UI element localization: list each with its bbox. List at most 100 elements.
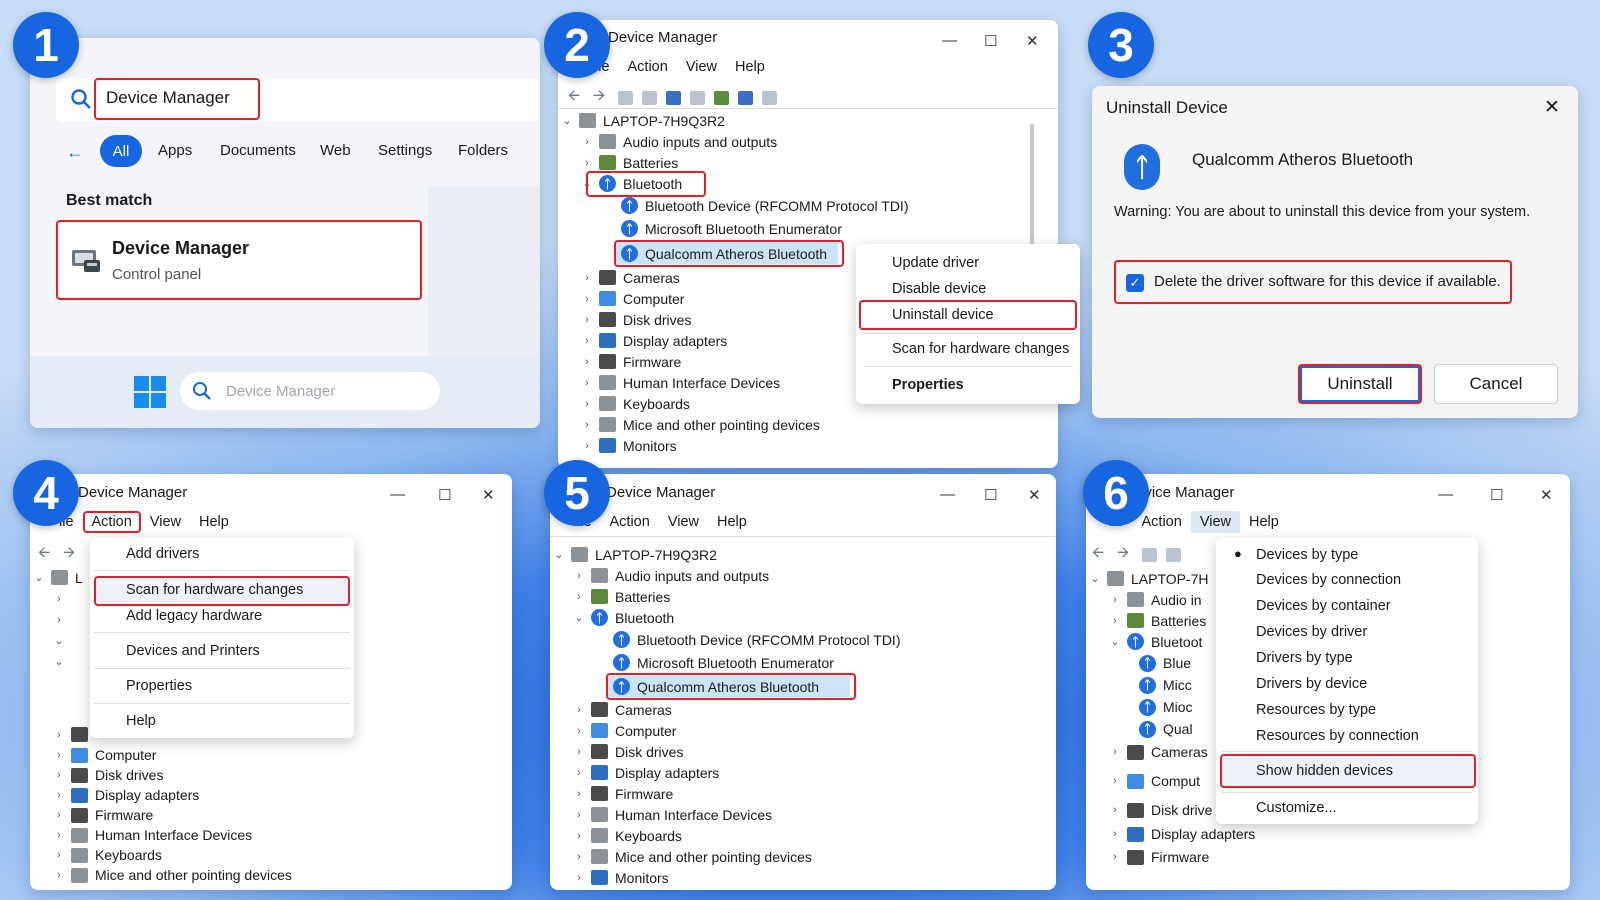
menu-view[interactable]: View (141, 511, 190, 533)
tree-expanded[interactable]: ⌄ (30, 630, 83, 651)
help-icon[interactable] (666, 90, 681, 105)
tree-disk[interactable]: › Disk drives (550, 741, 900, 762)
menu-action[interactable]: Action (82, 511, 141, 533)
menu-help[interactable]: Help (90, 713, 354, 729)
tree-batteries[interactable]: › Batteries (558, 152, 908, 173)
tree-batteries[interactable]: › Batteries (550, 586, 900, 607)
menu-properties[interactable]: Properties (90, 678, 354, 694)
menu-drivers-by-type[interactable]: Drivers by type (1216, 650, 1478, 666)
menu-help[interactable]: Help (190, 511, 238, 533)
properties-icon[interactable] (618, 90, 633, 105)
tree-computer[interactable]: › Computer (550, 720, 900, 741)
best-match-result[interactable]: Device Manager Control panel (56, 220, 422, 300)
menu-action[interactable]: Action (1133, 511, 1191, 533)
tree-collapsed[interactable]: › (30, 609, 83, 630)
tree-bt-device[interactable]: ᛏ Bluetooth Device (RFCOMM Protocol TDI) (550, 628, 900, 651)
tree-audio[interactable]: › Audio inputs and outputs (558, 131, 908, 152)
tree-bluetooth[interactable]: ⌄ ᛏ Bluetooth (558, 171, 908, 197)
scrollbar[interactable] (1030, 124, 1034, 254)
filter-all[interactable]: All (100, 135, 142, 167)
menu-add-legacy[interactable]: Add legacy hardware (90, 608, 354, 624)
menu-show-hidden-devices[interactable]: Show hidden devices (1216, 763, 1478, 779)
back-icon[interactable]: 🡨 (568, 85, 584, 110)
scan-icon[interactable] (714, 90, 729, 105)
menu-devices-by-container[interactable]: Devices by container (1216, 598, 1478, 614)
delete-driver-checkbox[interactable]: ✓ (1126, 274, 1144, 292)
filter-documents[interactable]: Documents (220, 142, 296, 159)
forward-icon[interactable]: 🡪 (63, 542, 79, 567)
close-icon[interactable]: ✕ (1544, 96, 1560, 119)
tree-root[interactable]: ⌄ L (30, 567, 82, 588)
menu-help[interactable]: Help (1240, 511, 1288, 533)
menu-customize[interactable]: Customize... (1216, 800, 1478, 816)
tree-hid[interactable]: › Human Interface Devices (50, 825, 292, 845)
tree-display[interactable]: › Display adapters (550, 762, 900, 783)
menu-view[interactable]: View (677, 56, 726, 78)
tree-mice[interactable]: › Mice and other pointing devices (558, 414, 908, 435)
tree-expanded[interactable]: ⌄ (30, 651, 83, 672)
tree-audio[interactable]: › Audio inputs and outputs (550, 565, 900, 586)
menu-add-drivers[interactable]: Add drivers (90, 546, 354, 562)
menu-resources-by-connection[interactable]: Resources by connection (1216, 728, 1478, 744)
menu-drivers-by-device[interactable]: Drivers by device (1216, 676, 1478, 692)
tree-firmware[interactable]: › Firmware (1086, 846, 1255, 868)
tree-keyboards[interactable]: › Keyboards (50, 845, 292, 865)
tree-display[interactable]: › Display adapters (1086, 822, 1255, 846)
tree-mice[interactable]: › Mice and other pointing devices (550, 846, 900, 867)
view-icon[interactable] (690, 90, 705, 105)
menu-devices-by-type[interactable]: Devices by type (1216, 547, 1478, 563)
minimize-button[interactable]: — (1438, 486, 1453, 503)
tree-bt-device[interactable]: ᛏ Bluetooth Device (RFCOMM Protocol TDI) (558, 194, 908, 217)
remove-icon[interactable] (762, 90, 777, 105)
windows-logo-icon[interactable] (134, 376, 166, 413)
maximize-button[interactable]: ☐ (984, 486, 997, 504)
back-icon[interactable]: 🡨 (38, 542, 54, 567)
menu-properties[interactable]: Properties (856, 377, 1080, 393)
tree-keyboards[interactable]: › Keyboards (550, 825, 900, 846)
maximize-button[interactable]: ☐ (438, 486, 451, 504)
tree-root[interactable]: ⌄ LAPTOP-7H9Q3R2 (558, 110, 908, 131)
update-icon[interactable] (642, 90, 657, 105)
menu-help[interactable]: Help (708, 511, 756, 533)
tree-monitors[interactable]: › Monitors (558, 435, 908, 456)
menu-devices-by-driver[interactable]: Devices by driver (1216, 624, 1478, 640)
filter-apps[interactable]: Apps (158, 142, 192, 159)
monitor-icon[interactable] (738, 90, 753, 105)
close-icon[interactable]: ✕ (1026, 32, 1039, 50)
tree-display[interactable]: › Display adapters (50, 785, 292, 805)
maximize-button[interactable]: ☐ (1490, 486, 1503, 504)
tree-cameras[interactable]: › Cameras (550, 699, 900, 720)
tree-mice[interactable]: › Mice and other pointing devices (50, 865, 292, 885)
close-icon[interactable]: ✕ (1028, 486, 1041, 504)
menu-scan-hardware[interactable]: Scan for hardware changes (856, 341, 1080, 357)
menu-uninstall-device[interactable]: Uninstall device (856, 307, 1080, 323)
search-input[interactable]: Device Manager (106, 88, 230, 108)
tree-bluetooth[interactable]: ⌄ ᛏ Bluetooth (550, 607, 900, 628)
back-arrow-icon[interactable]: ← (66, 142, 84, 163)
tree-disk[interactable]: › Disk drives (50, 765, 292, 785)
cancel-button[interactable]: Cancel (1434, 364, 1558, 404)
filter-settings[interactable]: Settings (378, 142, 432, 159)
update-icon[interactable] (1166, 547, 1181, 562)
tree-root[interactable]: ⌄ LAPTOP-7H9Q3R2 (550, 544, 900, 565)
menu-update-driver[interactable]: Update driver (856, 255, 1080, 271)
tree-hid[interactable]: › Human Interface Devices (550, 804, 900, 825)
minimize-button[interactable]: — (942, 32, 957, 49)
menu-devices-by-connection[interactable]: Devices by connection (1216, 572, 1478, 588)
filter-web[interactable]: Web (320, 142, 351, 159)
tree-computer[interactable]: › Computer (50, 745, 292, 765)
menu-help[interactable]: Help (726, 56, 774, 78)
menu-resources-by-type[interactable]: Resources by type (1216, 702, 1478, 718)
menu-devices-printers[interactable]: Devices and Printers (90, 643, 354, 659)
uninstall-button[interactable]: Uninstall (1298, 364, 1422, 404)
menu-action[interactable]: Action (601, 511, 659, 533)
menu-scan-hardware[interactable]: Scan for hardware changes (90, 582, 354, 598)
filter-folders[interactable]: Folders (458, 142, 508, 159)
tree-bt-enumerator[interactable]: ᛏ Microsoft Bluetooth Enumerator (550, 651, 900, 674)
tree-collapsed[interactable]: › (30, 588, 83, 609)
forward-icon[interactable]: 🡪 (1117, 542, 1133, 567)
tree-firmware[interactable]: › Firmware (50, 805, 292, 825)
forward-icon[interactable]: 🡪 (593, 85, 609, 110)
close-icon[interactable]: ✕ (1540, 486, 1553, 504)
tree-bt-enumerator[interactable]: ᛏ Microsoft Bluetooth Enumerator (558, 217, 908, 240)
